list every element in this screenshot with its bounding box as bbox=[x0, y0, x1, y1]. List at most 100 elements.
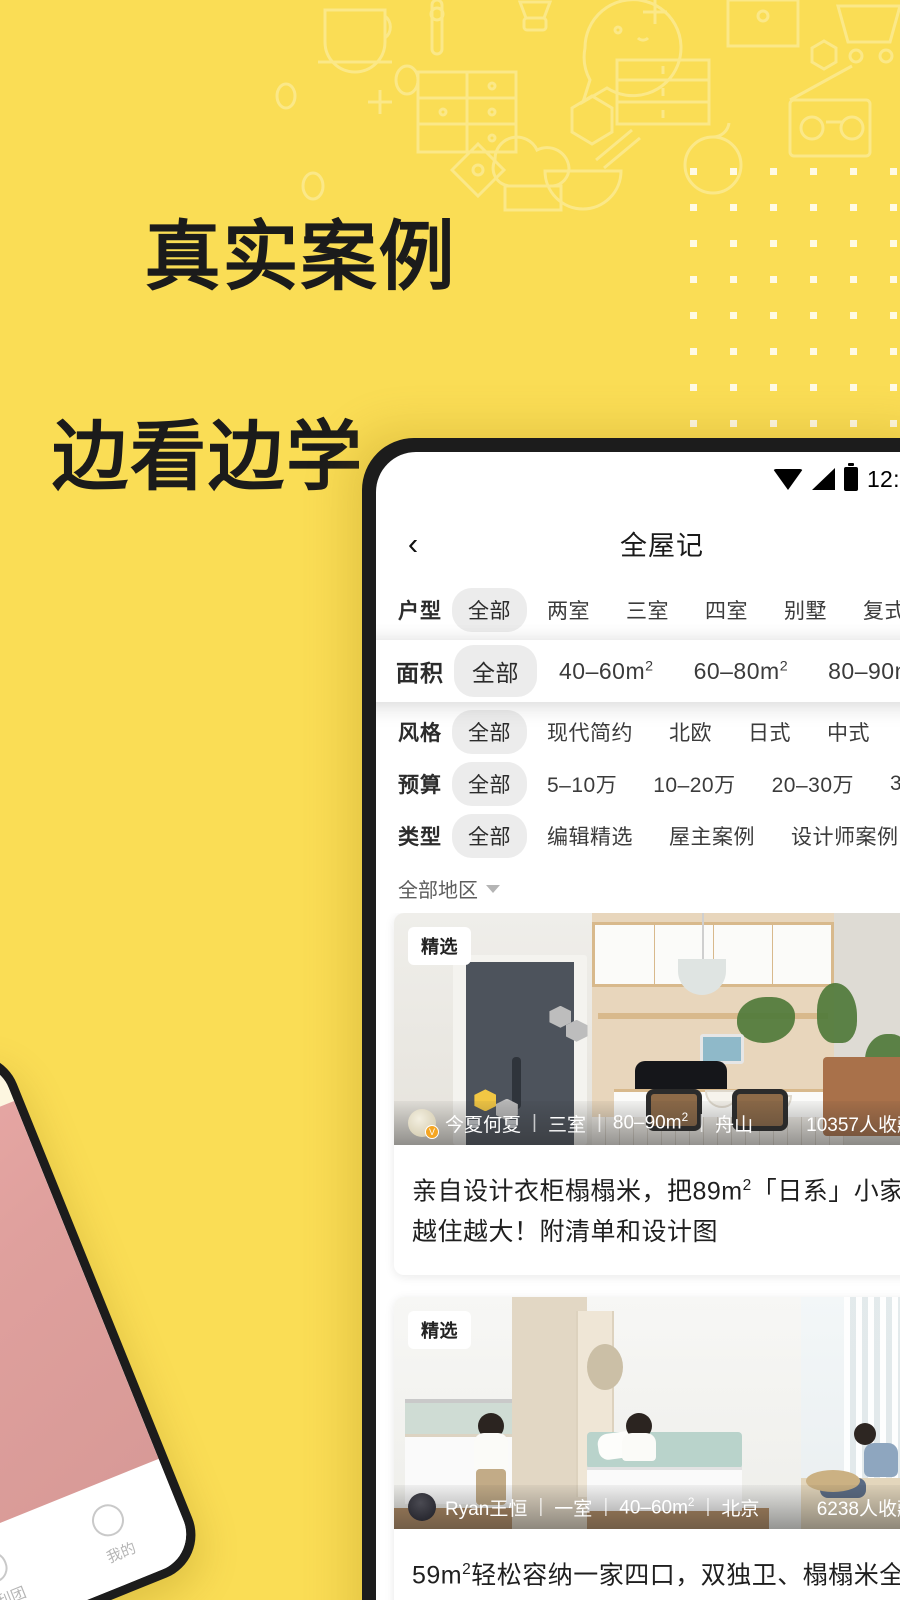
filter-option-housetype-4[interactable]: 别墅 bbox=[768, 588, 843, 632]
dot bbox=[850, 312, 857, 319]
child-figure bbox=[619, 1413, 659, 1473]
dot bbox=[690, 276, 697, 283]
dot bbox=[810, 312, 817, 319]
secondary-phone-mockup: 4:47 ♦ 福利团 我的 bbox=[0, 1041, 210, 1600]
filter-option-housetype-3[interactable]: 四室 bbox=[689, 588, 764, 632]
case-card-image: 精选 Ryan王恒 | 一室 | 40–60m2 | 北京 6238人收 bbox=[394, 1297, 900, 1530]
case-rooms: 一室 bbox=[554, 1498, 593, 1520]
region-filter-label: 全部地区 bbox=[398, 880, 478, 902]
dot bbox=[730, 384, 737, 391]
filter-option-style-1[interactable]: 现代简约 bbox=[531, 710, 649, 754]
dot bbox=[770, 312, 777, 319]
filter-option-type-1[interactable]: 编辑精选 bbox=[531, 814, 649, 858]
dot bbox=[690, 348, 697, 355]
filter-option-area-2[interactable]: 60–80m2 bbox=[676, 649, 807, 694]
dot bbox=[770, 348, 777, 355]
caret-down-icon bbox=[486, 884, 500, 893]
app-screen: 12:30 ‹ 全屋记 户型 全部 两室 三室 四室 别墅 复式 面积 bbox=[376, 452, 900, 1600]
verified-badge-icon: V bbox=[425, 1125, 439, 1139]
filter-row-area: 面积 全部 40–60m2 60–80m2 80–90m2 90 bbox=[376, 640, 900, 702]
dot bbox=[810, 420, 817, 427]
tab-welfare[interactable]: 福利团 bbox=[0, 1544, 29, 1600]
filter-option-style-4[interactable]: 中式 bbox=[811, 710, 886, 754]
dot bbox=[890, 312, 897, 319]
filter-option-type-3[interactable]: 设计师案例 bbox=[775, 814, 900, 858]
secondary-phone-screen: 4:47 ♦ 福利团 我的 bbox=[0, 1052, 198, 1600]
dot bbox=[850, 348, 857, 355]
filter-option-style-5[interactable]: 轻奢 bbox=[890, 710, 900, 754]
filter-option-budget-3[interactable]: 20–30万 bbox=[756, 762, 870, 806]
dot bbox=[850, 168, 857, 175]
dot bbox=[770, 168, 777, 175]
avatar bbox=[408, 1493, 436, 1522]
case-favorites: 6238人收藏 bbox=[816, 1498, 900, 1520]
dot bbox=[770, 204, 777, 211]
wifi-icon bbox=[772, 468, 803, 490]
dot bbox=[850, 240, 857, 247]
nav-bar: ‹ 全屋记 bbox=[376, 506, 900, 580]
filter-option-style-2[interactable]: 北欧 bbox=[653, 710, 728, 754]
filter-label-style: 风格 bbox=[398, 722, 442, 745]
filter-option-style-0[interactable]: 全部 bbox=[452, 710, 527, 754]
filter-option-housetype-0[interactable]: 全部 bbox=[452, 588, 527, 632]
dot bbox=[890, 204, 897, 211]
headline-line-1: 真实案例 bbox=[144, 215, 457, 300]
filter-row-housetype: 户型 全部 两室 三室 四室 别墅 复式 bbox=[376, 584, 900, 636]
dot bbox=[690, 168, 697, 175]
dot bbox=[770, 384, 777, 391]
bag-icon bbox=[0, 1546, 13, 1588]
filter-panel: 户型 全部 两室 三室 四室 别墅 复式 面积 全部 40–60m2 60–80… bbox=[376, 580, 900, 913]
dot bbox=[810, 276, 817, 283]
dot bbox=[810, 204, 817, 211]
dot bbox=[730, 240, 737, 247]
main-phone-mockup: 12:30 ‹ 全屋记 户型 全部 两室 三室 四室 别墅 复式 面积 bbox=[362, 438, 900, 1600]
case-rooms: 三室 bbox=[547, 1114, 586, 1136]
dot bbox=[890, 240, 897, 247]
case-city: 舟山 bbox=[715, 1114, 754, 1136]
region-filter[interactable]: 全部地区 bbox=[376, 862, 900, 913]
filter-option-area-0[interactable]: 全部 bbox=[454, 645, 537, 697]
dot bbox=[890, 168, 897, 175]
dot bbox=[730, 276, 737, 283]
filter-option-type-2[interactable]: 屋主案例 bbox=[653, 814, 771, 858]
profile-icon bbox=[87, 1498, 129, 1541]
filter-option-housetype-5[interactable]: 复式 bbox=[847, 588, 900, 632]
status-bar: 12:30 bbox=[376, 452, 900, 506]
case-card[interactable]: 精选 Ryan王恒 | 一室 | 40–60m2 | 北京 6238人收 59m… bbox=[394, 1297, 900, 1600]
filter-option-style-3[interactable]: 日式 bbox=[732, 710, 807, 754]
case-card-meta: V 今夏何夏 | 三室 | 80–90m2 | 舟山 10357人收藏 bbox=[394, 1101, 900, 1145]
case-author: 今夏何夏 bbox=[445, 1114, 522, 1136]
filter-option-budget-2[interactable]: 10–20万 bbox=[637, 762, 751, 806]
dot bbox=[810, 240, 817, 247]
filter-option-budget-4[interactable]: 30–5 bbox=[874, 765, 900, 803]
dot bbox=[770, 420, 777, 427]
filter-option-budget-0[interactable]: 全部 bbox=[452, 762, 527, 806]
filter-option-type-0[interactable]: 全部 bbox=[452, 814, 527, 858]
dot bbox=[890, 348, 897, 355]
filter-option-housetype-1[interactable]: 两室 bbox=[531, 588, 606, 632]
tab-mine[interactable]: 我的 bbox=[87, 1498, 140, 1568]
filter-option-area-1[interactable]: 40–60m2 bbox=[541, 649, 672, 694]
dot bbox=[810, 168, 817, 175]
tab-mine-label: 我的 bbox=[104, 1539, 139, 1567]
dot bbox=[890, 420, 897, 427]
case-card[interactable]: 精选 V 今夏何夏 | 三室 | 80–90m2 | 舟山 10357人收 亲自… bbox=[394, 913, 900, 1276]
filter-option-budget-1[interactable]: 5–10万 bbox=[531, 762, 633, 806]
case-title: 59m2轻松容纳一家四口，双独卫、榻榻米全都少不了 bbox=[412, 1561, 900, 1590]
featured-badge: 精选 bbox=[408, 1311, 471, 1350]
dot bbox=[690, 384, 697, 391]
case-author: Ryan王恒 bbox=[445, 1498, 528, 1520]
filter-option-area-3[interactable]: 80–90m2 bbox=[810, 649, 900, 694]
dot bbox=[730, 420, 737, 427]
filter-option-housetype-2[interactable]: 三室 bbox=[610, 588, 685, 632]
avatar: V bbox=[408, 1109, 439, 1139]
dot bbox=[810, 348, 817, 355]
dot bbox=[730, 312, 737, 319]
tab-welfare-label: 福利团 bbox=[0, 1583, 29, 1600]
dot bbox=[730, 168, 737, 175]
filter-label-area: 面积 bbox=[396, 660, 444, 686]
chevron-left-icon[interactable]: ‹ bbox=[398, 528, 428, 559]
page-title: 全屋记 bbox=[620, 530, 704, 561]
filter-row-style: 风格 全部 现代简约 北欧 日式 中式 轻奢 bbox=[376, 706, 900, 758]
dot bbox=[730, 348, 737, 355]
